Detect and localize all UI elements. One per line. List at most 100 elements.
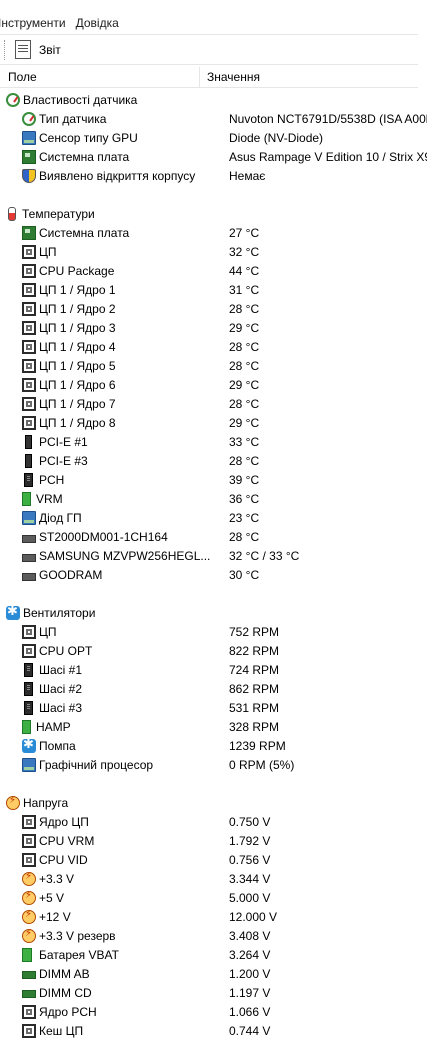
sensor-row[interactable]: Шасі #3 531 RPM [0, 698, 427, 717]
gpu-icon [22, 757, 36, 772]
sensor-row[interactable]: Сенсор типу GPU Diode (NV-Diode) [0, 128, 427, 147]
sensor-row[interactable]: ЦП 1 / Ядро 8 29 °C [0, 413, 427, 432]
row-label: CPU OPT [39, 643, 93, 658]
row-label: Кеш ЦП [39, 1023, 84, 1038]
row-label: ЦП 1 / Ядро 2 [39, 301, 116, 316]
voltage-icon [22, 871, 36, 886]
sensor-row[interactable]: Помпа 1239 RPM [0, 736, 427, 755]
section-header[interactable]: Температури [0, 204, 427, 223]
sensor-row[interactable]: SAMSUNG MZVPW256HEGL... 32 °C / 33 °C [0, 546, 427, 565]
cpu-icon [22, 1004, 36, 1019]
gauge-icon [22, 111, 36, 126]
report-label: Звіт [39, 42, 61, 57]
sensor-row[interactable]: ЦП 1 / Ядро 3 29 °C [0, 318, 427, 337]
motherboard-icon [22, 225, 36, 240]
cpu-icon [22, 643, 36, 658]
dimm-icon [22, 971, 36, 979]
row-value: 32 °C / 33 °C [229, 548, 300, 563]
sensor-row[interactable]: Шасі #2 862 RPM [0, 679, 427, 698]
row-field: ЦП 1 / Ядро 4 [0, 339, 229, 354]
sensor-row[interactable]: Системна плата 27 °C [0, 223, 427, 242]
row-label: ЦП 1 / Ядро 5 [39, 358, 116, 373]
sensor-row[interactable]: ЦП 1 / Ядро 2 28 °C [0, 299, 427, 318]
toolbar-grip[interactable] [4, 39, 7, 60]
dimm-icon [22, 990, 36, 998]
row-field: Напруга [0, 795, 213, 810]
sensor-row[interactable]: DIMM AB 1.200 V [0, 964, 427, 983]
sensor-row[interactable]: Ядро PCH 1.066 V [0, 1002, 427, 1021]
row-label: Графічний процесор [39, 757, 154, 772]
sensor-row[interactable]: Виявлено відкриття корпусу Немає [0, 166, 427, 185]
sensor-row[interactable]: ЦП 1 / Ядро 7 28 °C [0, 394, 427, 413]
sensor-row[interactable]: ЦП 32 °C [0, 242, 427, 261]
pci-card-icon [25, 434, 32, 449]
row-value: 23 °C [229, 510, 260, 525]
sensor-row[interactable]: Шасі #1 724 RPM [0, 660, 427, 679]
section-header[interactable]: Напруга [0, 793, 427, 812]
row-field: ЦП 1 / Ядро 8 [0, 415, 229, 430]
row-field: Температури [0, 206, 213, 221]
sensor-row[interactable]: GOODRAM 30 °C [0, 565, 427, 584]
row-label: Вентилятори [23, 605, 96, 620]
sensor-row[interactable]: ЦП 752 RPM [0, 622, 427, 641]
sensor-row[interactable]: +3.3 V резерв 3.408 V [0, 926, 427, 945]
menu-tools[interactable]: Інструменти [0, 16, 66, 30]
row-field: Сенсор типу GPU [0, 130, 229, 145]
row-label: ЦП 1 / Ядро 7 [39, 396, 116, 411]
section-header[interactable]: Вентилятори [0, 603, 427, 622]
sensor-row[interactable]: ST2000DM001-1CH164 28 °C [0, 527, 427, 546]
row-field: Вентилятори [0, 605, 213, 620]
sensor-row[interactable]: Системна плата Asus Rampage V Edition 10 … [0, 147, 427, 166]
cpu-icon [22, 852, 36, 867]
row-field: CPU VRM [0, 833, 229, 848]
sensor-row[interactable]: ЦП 1 / Ядро 4 28 °C [0, 337, 427, 356]
sensor-row[interactable]: CPU Package 44 °C [0, 261, 427, 280]
sensor-row[interactable]: +12 V 12.000 V [0, 907, 427, 926]
row-value: 12.000 V [229, 909, 278, 924]
sensor-row[interactable]: Діод ГП 23 °C [0, 508, 427, 527]
row-value: 752 RPM [229, 624, 280, 639]
sensor-row[interactable]: Ядро ЦП 0.750 V [0, 812, 427, 831]
sensor-row[interactable]: PCI-E #3 28 °C [0, 451, 427, 470]
column-header-field[interactable]: Поле [0, 67, 200, 87]
section-header[interactable]: Властивості датчика [0, 90, 427, 109]
sensor-row[interactable]: ЦП 1 / Ядро 5 28 °C [0, 356, 427, 375]
motherboard-icon [22, 149, 36, 164]
row-label: PCI-E #3 [39, 453, 88, 468]
sensor-row[interactable]: +3.3 V 3.344 V [0, 869, 427, 888]
row-field: ЦП 1 / Ядро 1 [0, 282, 229, 297]
row-label: Шасі #1 [39, 662, 83, 677]
sensor-row[interactable]: Батарея VBAT 3.264 V [0, 945, 427, 964]
row-label: Системна плата [39, 149, 130, 164]
sensor-row[interactable]: CPU VID 0.756 V [0, 850, 427, 869]
row-value: 0.750 V [229, 814, 271, 829]
sensor-row[interactable]: +5 V 5.000 V [0, 888, 427, 907]
row-label: Температури [22, 206, 95, 221]
row-value: 27 °C [229, 225, 260, 240]
sensor-row[interactable]: VRM 36 °C [0, 489, 427, 508]
row-field: SAMSUNG MZVPW256HEGL... [0, 549, 229, 563]
row-value: 3.408 V [229, 928, 271, 943]
row-field: ЦП [0, 244, 229, 259]
report-button[interactable]: Звіт [15, 40, 61, 59]
sensor-row[interactable]: ЦП 1 / Ядро 1 31 °C [0, 280, 427, 299]
sensor-row[interactable]: Тип датчика Nuvoton NCT6791D/5538D (ISA A… [0, 109, 427, 128]
sensor-row[interactable]: НАМР 328 RPM [0, 717, 427, 736]
sensor-row[interactable]: Графічний процесор 0 RPM (5%) [0, 755, 427, 774]
menu-help[interactable]: Довідка [76, 16, 119, 30]
row-value: 28 °C [229, 358, 260, 373]
row-value: 29 °C [229, 415, 260, 430]
cpu-icon [22, 301, 36, 316]
row-field: Батарея VBAT [0, 947, 229, 962]
row-label: Шасі #3 [39, 700, 83, 715]
sensor-row[interactable]: Кеш ЦП 0.744 V [0, 1021, 427, 1040]
column-header-value[interactable]: Значення [200, 70, 260, 84]
sensor-row[interactable]: PCI-E #1 33 °C [0, 432, 427, 451]
sensor-row[interactable]: DIMM CD 1.197 V [0, 983, 427, 1002]
row-label: ЦП [39, 624, 57, 639]
sensor-row[interactable]: PCH 39 °C [0, 470, 427, 489]
row-field: Діод ГП [0, 510, 229, 525]
sensor-row[interactable]: CPU OPT 822 RPM [0, 641, 427, 660]
sensor-row[interactable]: ЦП 1 / Ядро 6 29 °C [0, 375, 427, 394]
sensor-row[interactable]: CPU VRM 1.792 V [0, 831, 427, 850]
